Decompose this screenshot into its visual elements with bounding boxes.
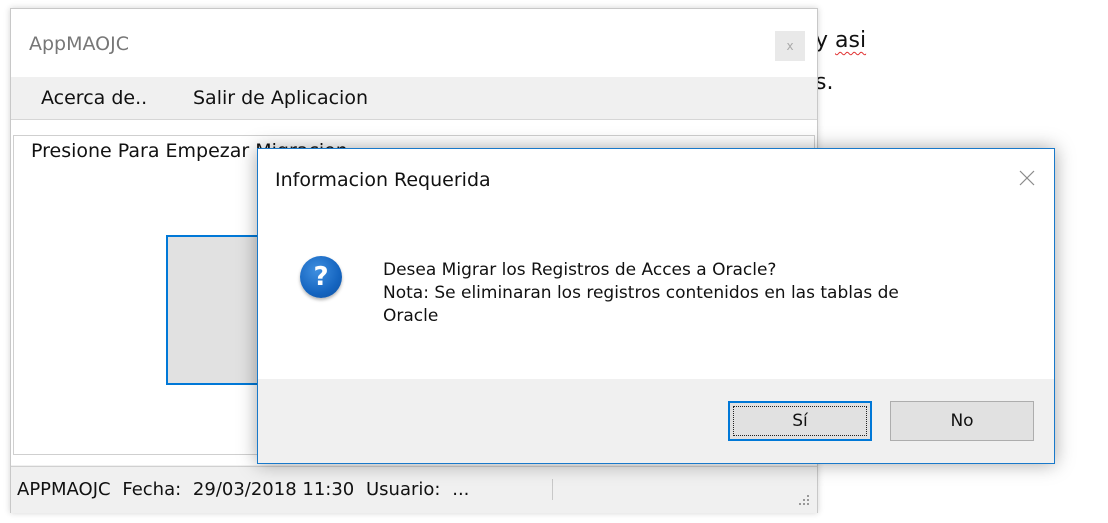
menu-item-acerca[interactable]: Acerca de.. <box>41 87 147 109</box>
resize-grip-icon[interactable] <box>797 493 811 507</box>
background-document-text: y asi <box>815 28 866 53</box>
dialog-message-line-2: Nota: Se eliminaran los registros conten… <box>383 283 899 303</box>
background-text-misspelled-word: asi <box>835 28 867 53</box>
app-title-bar[interactable]: AppMAOJC x <box>11 9 817 77</box>
close-icon <box>1019 170 1035 186</box>
menu-item-salir[interactable]: Salir de Aplicacion <box>193 87 368 109</box>
no-button-label: No <box>950 411 974 431</box>
dialog-close-button[interactable] <box>1012 163 1042 193</box>
background-text-prefix: y <box>815 28 836 53</box>
status-usuario-value: ... <box>452 479 470 500</box>
dialog-message-line-1: Desea Migrar los Registros de Acces a Or… <box>383 260 777 280</box>
status-bar: APPMAOJC Fecha: 29/03/2018 11:30 Usuario… <box>11 466 817 513</box>
status-fecha-label: Fecha: <box>122 479 182 500</box>
dialog-footer: Sí No <box>258 379 1054 463</box>
status-fecha-value: 29/03/2018 11:30 <box>192 479 355 500</box>
question-icon-glyph: ? <box>313 262 329 292</box>
app-title: AppMAOJC <box>29 33 130 55</box>
dialog-body: ? Desea Migrar los Registros de Acces a … <box>258 213 1054 379</box>
yes-button[interactable]: Sí <box>728 401 872 441</box>
question-icon: ? <box>300 256 342 298</box>
dialog-message: Desea Migrar los Registros de Acces a Or… <box>383 259 1023 328</box>
status-app-name: APPMAOJC <box>17 479 111 500</box>
status-usuario-label: Usuario: <box>366 479 441 500</box>
focus-rectangle <box>733 406 867 436</box>
start-migration-button[interactable] <box>166 235 266 385</box>
app-close-button[interactable]: x <box>775 31 805 61</box>
dialog-title: Informacion Requerida <box>275 169 491 191</box>
status-bar-text: APPMAOJC Fecha: 29/03/2018 11:30 Usuario… <box>17 479 553 500</box>
confirmation-dialog: Informacion Requerida ? Desea Migrar los… <box>257 148 1055 464</box>
close-icon: x <box>786 39 794 53</box>
menu-bar: Acerca de.. Salir de Aplicacion <box>11 77 817 120</box>
dialog-message-line-3: Oracle <box>383 306 439 326</box>
no-button[interactable]: No <box>890 401 1034 441</box>
